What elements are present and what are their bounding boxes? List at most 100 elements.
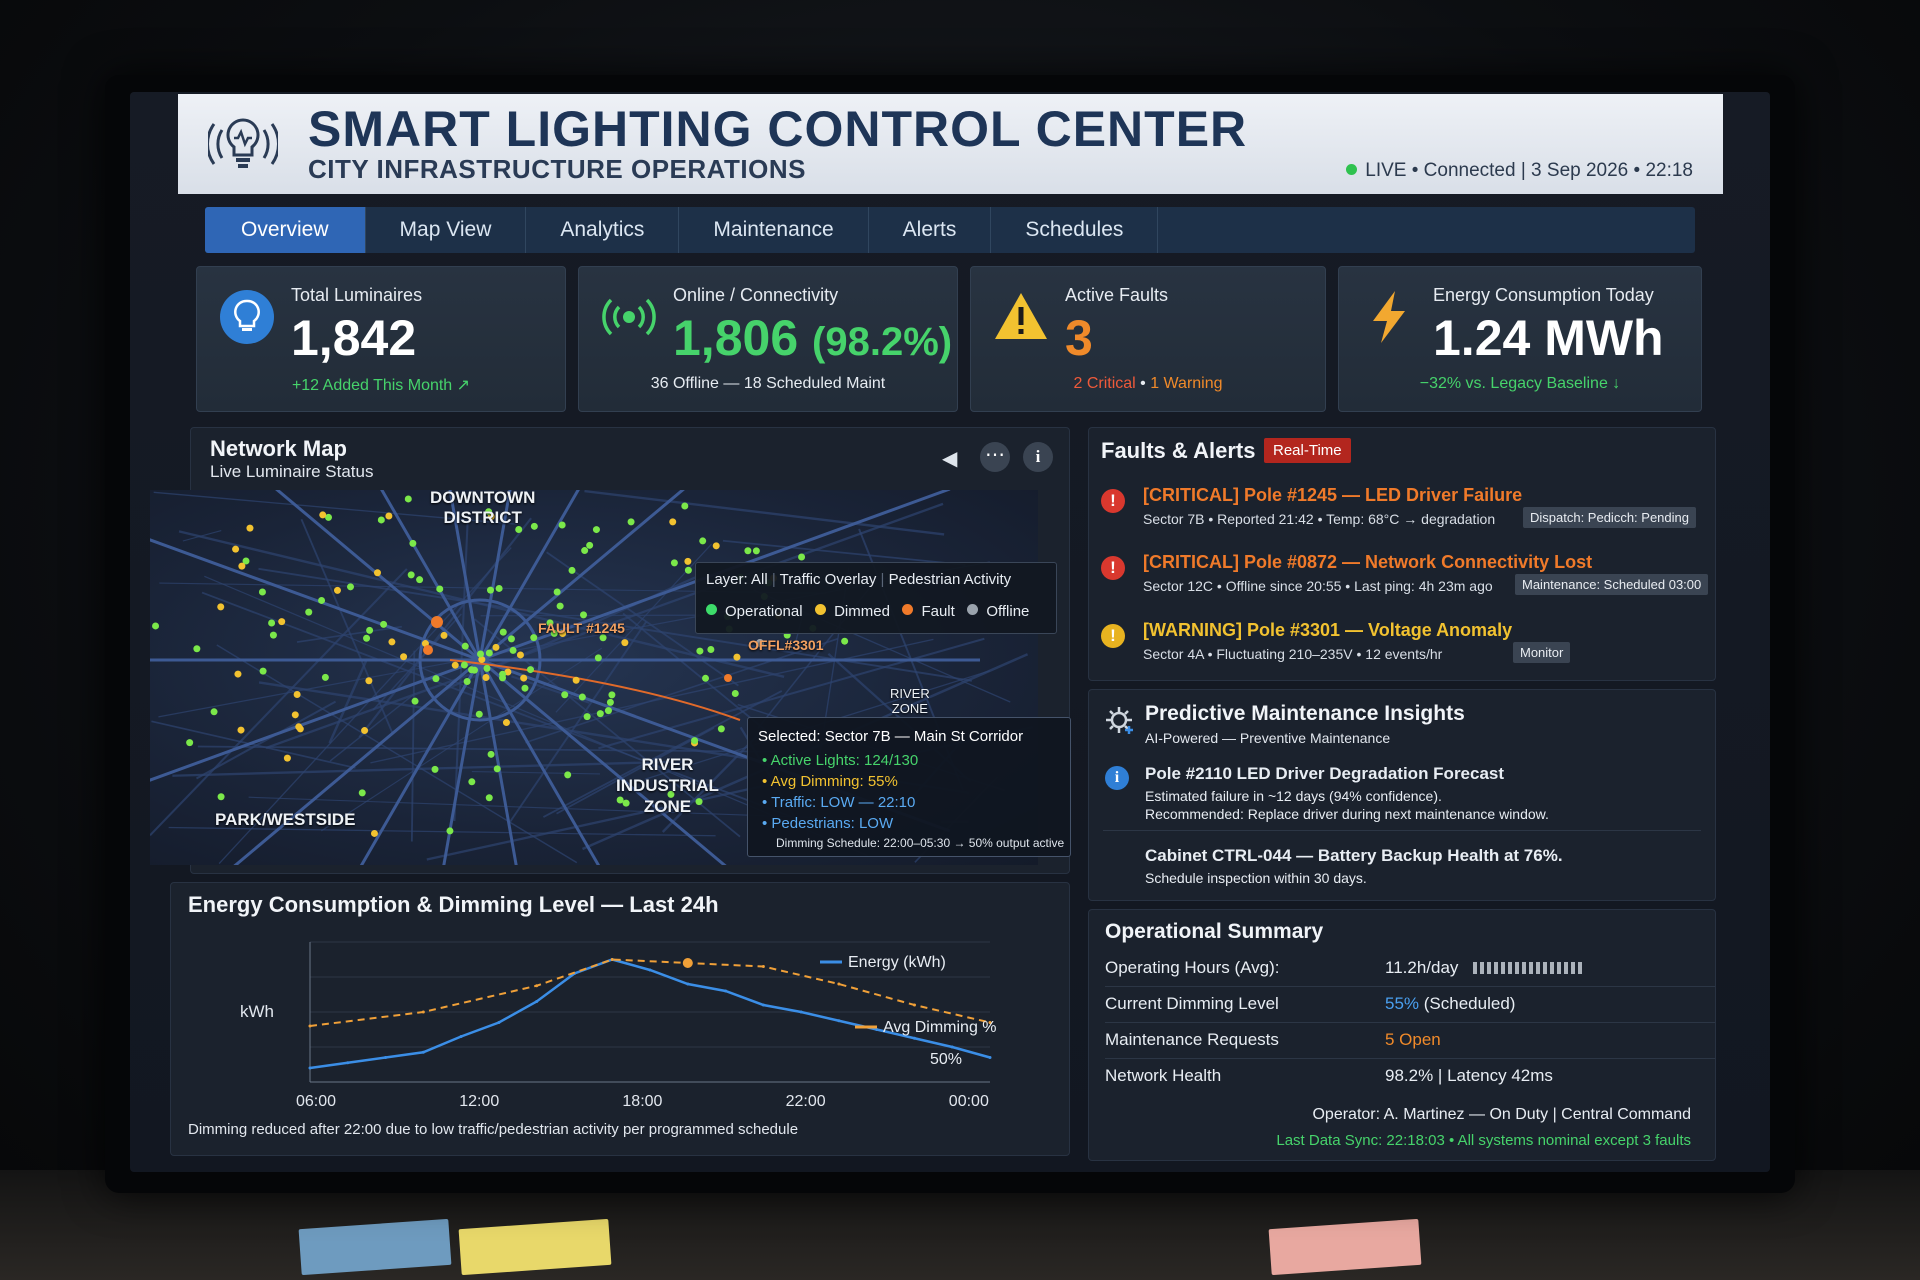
luminaire-dot [717, 725, 725, 733]
luminaire-dot [606, 698, 614, 706]
luminaire-dot [556, 602, 564, 610]
kpi-label: Energy Consumption Today [1433, 285, 1654, 305]
tooltip-title: Selected: Sector 7B — Main St Corridor [758, 728, 1024, 745]
luminaire-dot [482, 673, 490, 681]
luminaire-dot [516, 651, 524, 659]
fault-marker [431, 616, 443, 628]
alert-tag[interactable]: Monitor [1513, 642, 1571, 663]
luminaire-dot [305, 608, 313, 616]
summary-row: Network Health 98.2% | Latency 42ms [1105, 1058, 1715, 1094]
alert-detail: Sector 7B • Reported 21:42 • Temp: 68°C … [1143, 511, 1496, 527]
insight-title[interactable]: Cabinet CTRL-044 — Battery Backup Health… [1145, 846, 1563, 866]
luminaire-dot [621, 639, 629, 647]
luminaire-dot [608, 691, 616, 699]
alert-tag[interactable]: Maintenance: Scheduled 03:00 [1515, 574, 1709, 595]
operational-dot-icon [706, 604, 717, 615]
tab-map-view[interactable]: Map View [366, 207, 527, 253]
luminaire-dot [451, 661, 459, 669]
collapse-arrow-icon[interactable]: ◀ [942, 446, 957, 471]
kpi-sub: 2 Critical • 1 Warning [971, 375, 1325, 393]
luminaire-dot [520, 674, 528, 682]
offline-dot-icon [967, 604, 979, 615]
luminaire-dot [702, 674, 710, 682]
luminaire-dot [691, 737, 699, 745]
chart-x-tick: 06:00 [296, 1093, 336, 1110]
label-offline-3301[interactable]: OFFL#3301 [748, 637, 823, 653]
tooltip-dimming-text: Avg Dimming: 55% [770, 773, 898, 790]
insight-title[interactable]: Pole #2110 LED Driver Degradation Foreca… [1145, 764, 1504, 784]
summary-value-text: 11.2h/day [1385, 958, 1459, 977]
layer-all[interactable]: Layer: All [706, 571, 768, 588]
luminaire-dot [193, 645, 201, 653]
luminaire-dot [578, 693, 586, 701]
luminaire-dot [436, 585, 444, 593]
layer-traffic-overlay[interactable]: Traffic Overlay [780, 571, 877, 588]
luminaire-dot [841, 637, 849, 645]
tab-bar: Overview Map View Analytics Maintenance … [205, 207, 1695, 253]
tab-maintenance[interactable]: Maintenance [679, 207, 869, 253]
network-map-title: Network Map [210, 436, 347, 461]
luminaire-dot [485, 649, 493, 657]
tooltip-traffic-text: Traffic: LOW — 22:10 [771, 794, 916, 811]
kpi-value: 1,806 (98.2%) [673, 309, 952, 367]
predictive-subtitle: AI-Powered — Preventive Maintenance [1145, 730, 1391, 746]
tab-schedules[interactable]: Schedules [991, 207, 1159, 253]
sticky-note [458, 1218, 612, 1276]
luminaire-dot [580, 611, 588, 619]
live-status: LIVE • Connected | 3 Sep 2026 • 22:18 [1346, 160, 1693, 182]
luminaire-dot [592, 526, 600, 534]
luminaire-dot [460, 661, 468, 669]
legend-fault: Fault [921, 603, 955, 620]
kpi-online-connectivity[interactable]: Online / Connectivity 1,806 (98.2%) 36 O… [578, 266, 958, 412]
kpi-energy-today[interactable]: Energy Consumption Today 1.24 MWh −32% v… [1338, 266, 1702, 412]
luminaire-dot [475, 710, 483, 718]
energy-chart[interactable]: kWh 06:00 12:00 18:00 22:00 00:00 Energy (kWh)… [170, 922, 1068, 1122]
luminaire-dot [217, 793, 225, 801]
luminaire-dot [486, 586, 494, 594]
label-downtown-text: DOWNTOWN DISTRICT [430, 488, 536, 527]
summary-value: 55% (Scheduled) [1385, 994, 1515, 1014]
insight-line: Estimated failure in ~12 days (94% confi… [1145, 788, 1442, 804]
tab-analytics[interactable]: Analytics [526, 207, 680, 253]
map-road [195, 700, 337, 780]
tab-alerts[interactable]: Alerts [869, 207, 992, 253]
summary-key: Network Health [1105, 1066, 1222, 1085]
info-icon[interactable]: i [1023, 442, 1053, 472]
luminaire-dot [530, 634, 538, 642]
luminaire-dot [558, 521, 566, 529]
luminaire-dot [507, 635, 515, 643]
fault-dot-icon [902, 604, 914, 615]
layer-pedestrian-activity[interactable]: Pedestrian Activity [889, 571, 1012, 588]
chart-end-label: 50% [930, 1051, 962, 1068]
alert-title: [CRITICAL] Pole #0872 — Network Connecti… [1143, 552, 1593, 572]
page-title: SMART LIGHTING CONTROL CENTER [308, 101, 1248, 157]
luminaire-dot [432, 675, 440, 683]
summary-row: Current Dimming Level 55% (Scheduled) [1105, 986, 1715, 1023]
critical-icon: ! [1101, 489, 1125, 513]
luminaire-dot [487, 750, 495, 758]
luminaire-dot [258, 588, 266, 596]
luminaire-dot [521, 684, 529, 692]
label-river-zone-text: RIVER ZONE [890, 686, 930, 716]
luminaire-dot [210, 708, 218, 716]
more-options-icon[interactable]: ⋯ [980, 442, 1010, 472]
chart-data-point [308, 1066, 312, 1070]
luminaire-dot [733, 653, 741, 661]
kpi-total-luminaires[interactable]: Total Luminaires 1,842 +12 Added This Mo… [196, 266, 566, 412]
tab-overview[interactable]: Overview [205, 207, 366, 253]
divider [1103, 830, 1701, 831]
label-fault-1245[interactable]: FAULT #1245 [538, 620, 625, 636]
chart-data-point [912, 1036, 916, 1040]
luminaire-dot [385, 512, 393, 520]
chart-data-point [421, 1010, 425, 1014]
kpi-value-number: 1,806 [673, 310, 799, 366]
dimming-value: 55% [1385, 994, 1420, 1013]
alert-tag[interactable]: Dispatch: Pedicch: Pending [1523, 507, 1696, 528]
luminaire-dot [463, 678, 471, 686]
luminaire-dot [238, 562, 246, 570]
label-park-westside: PARK/WESTSIDE [215, 810, 356, 829]
maintenance-value[interactable]: 5 Open [1385, 1030, 1441, 1050]
kpi-active-faults[interactable]: Active Faults 3 2 Critical • 1 Warning [970, 266, 1326, 412]
kpi-label: Total Luminaires [291, 285, 423, 305]
kpi-value-pct: (98.2%) [812, 320, 953, 364]
